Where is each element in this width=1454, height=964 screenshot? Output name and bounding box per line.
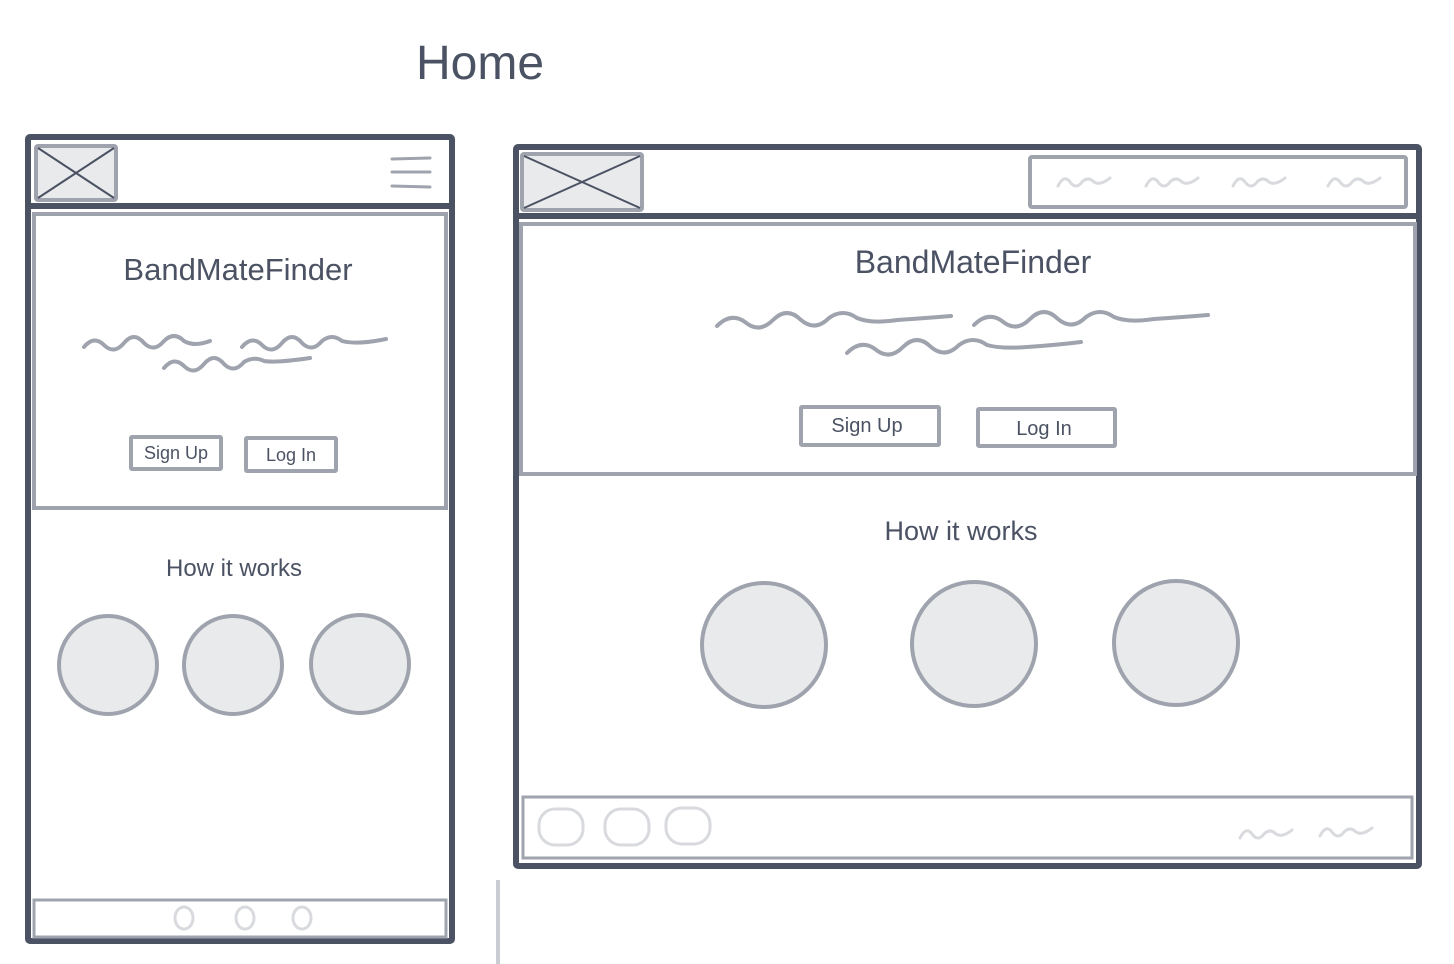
desktop-nav-bar xyxy=(1028,155,1408,209)
desktop-login-label: Log In xyxy=(1016,418,1072,440)
mobile-how-heading: How it works xyxy=(166,555,302,582)
mobile-login-label: Log In xyxy=(266,445,316,465)
mobile-footer xyxy=(32,898,448,939)
mobile-step-circle-1 xyxy=(57,614,159,716)
desktop-logo-image-placeholder-icon[interactable] xyxy=(520,152,644,212)
mobile-login-button[interactable]: Log In xyxy=(244,436,338,473)
desktop-footer xyxy=(521,795,1414,860)
desktop-how-heading: How it works xyxy=(884,516,1037,546)
mobile-wireframe: BandMateFinder Sign Up Log In How it wor… xyxy=(25,134,455,944)
mobile-step-circle-2 xyxy=(182,614,284,716)
desktop-signup-button[interactable]: Sign Up xyxy=(799,405,941,447)
desktop-step-circle-1 xyxy=(700,581,828,709)
desktop-signup-label: Sign Up xyxy=(831,415,902,437)
desktop-brand-title: BandMateFinder xyxy=(855,244,1092,280)
desktop-step-circle-3 xyxy=(1112,579,1240,707)
mobile-logo-image-placeholder-icon[interactable] xyxy=(34,144,118,202)
mobile-brand-title: BandMateFinder xyxy=(123,252,352,287)
desktop-login-button[interactable]: Log In xyxy=(976,407,1117,448)
desktop-step-circle-2 xyxy=(910,580,1038,708)
mobile-signup-label: Sign Up xyxy=(144,443,208,463)
desktop-wireframe: BandMateFinder Sign Up Log In How it wor… xyxy=(513,144,1422,869)
mobile-signup-button[interactable]: Sign Up xyxy=(129,435,223,471)
mobile-step-circle-3 xyxy=(309,613,411,715)
